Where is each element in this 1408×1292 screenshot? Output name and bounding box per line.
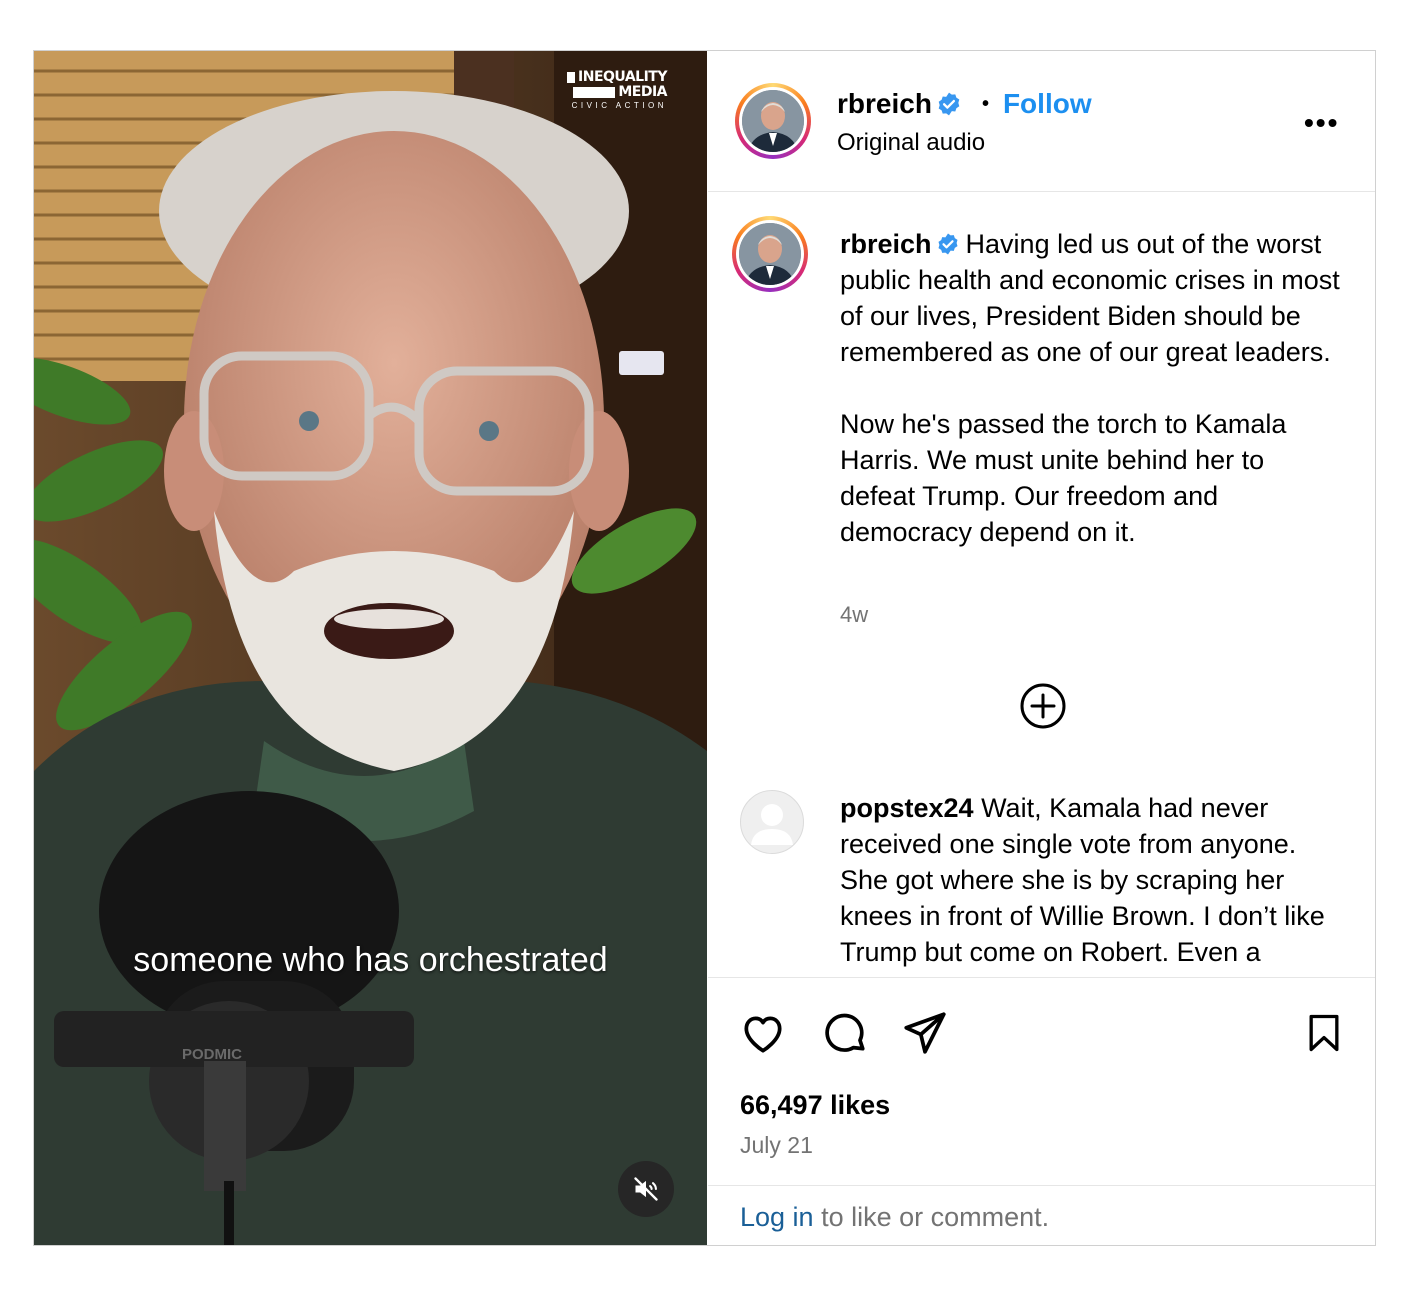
video-frame-illustration: PODMIC	[34, 51, 707, 1245]
reel-video[interactable]: PODMIC INEQUALITY MEDIA CIVIC ACTION som…	[34, 51, 707, 1245]
load-more-comments-icon[interactable]	[1019, 682, 1067, 730]
instagram-post: PODMIC INEQUALITY MEDIA CIVIC ACTION som…	[33, 50, 1376, 1246]
logo-line-2: MEDIA	[618, 84, 667, 100]
comment-icon[interactable]	[820, 1008, 870, 1058]
caption-username[interactable]: rbreich	[840, 229, 932, 259]
caption-avatar[interactable]	[732, 216, 808, 292]
comment-item: popstex24 Wait, Kamala had never receive…	[840, 790, 1348, 970]
bookmark-icon[interactable]	[1302, 1008, 1346, 1058]
speaker-muted-icon	[634, 1177, 658, 1201]
commenter-avatar[interactable]	[740, 790, 804, 854]
caption-paragraph-2: Now he's passed the torch to Kamala Harr…	[840, 409, 1287, 547]
header-avatar[interactable]	[735, 83, 811, 159]
post-date: July 21	[740, 1132, 813, 1158]
default-user-icon	[751, 804, 793, 845]
post-side-panel: rbreich • Follow Original audio ••• rbre…	[708, 51, 1375, 1245]
separator-dot: •	[981, 92, 989, 115]
post-caption: rbreich Having led us out of the worst pu…	[840, 226, 1340, 550]
post-actions: 66,497 likes July 21 Log in to like or c…	[708, 977, 1375, 1246]
mic-brand-label: PODMIC	[182, 1046, 242, 1063]
login-prompt: Log in to like or comment.	[708, 1185, 1375, 1247]
header-username-row: rbreich • Follow	[837, 88, 1092, 120]
comment-username[interactable]: popstex24	[840, 793, 974, 823]
profile-photo	[739, 223, 801, 285]
heart-icon[interactable]	[738, 1008, 788, 1058]
follow-button[interactable]: Follow	[1003, 88, 1092, 120]
mute-toggle-button[interactable]	[618, 1161, 674, 1217]
inequality-media-logo: INEQUALITY MEDIA CIVIC ACTION	[567, 70, 667, 110]
logo-line-3: CIVIC ACTION	[571, 101, 667, 110]
caption-timestamp: 4w	[840, 602, 869, 627]
verified-badge-icon	[938, 92, 960, 116]
likes-count[interactable]: 66,497 likes	[740, 1090, 890, 1121]
header-username[interactable]: rbreich	[837, 88, 932, 120]
post-header: rbreich • Follow Original audio •••	[708, 51, 1375, 192]
share-icon[interactable]	[900, 1008, 950, 1058]
login-link[interactable]: Log in	[740, 1202, 814, 1232]
more-options-button[interactable]: •••	[1304, 107, 1339, 139]
original-audio-link[interactable]: Original audio	[837, 129, 985, 157]
verified-badge-icon	[938, 233, 958, 255]
video-subtitle: someone who has orchestrated	[133, 941, 608, 979]
profile-photo	[742, 90, 804, 152]
logo-line-1: INEQUALITY	[578, 69, 667, 85]
login-prompt-text: to like or comment.	[813, 1202, 1050, 1232]
comments-scroll-area[interactable]: rbreich Having led us out of the worst pu…	[708, 192, 1375, 976]
